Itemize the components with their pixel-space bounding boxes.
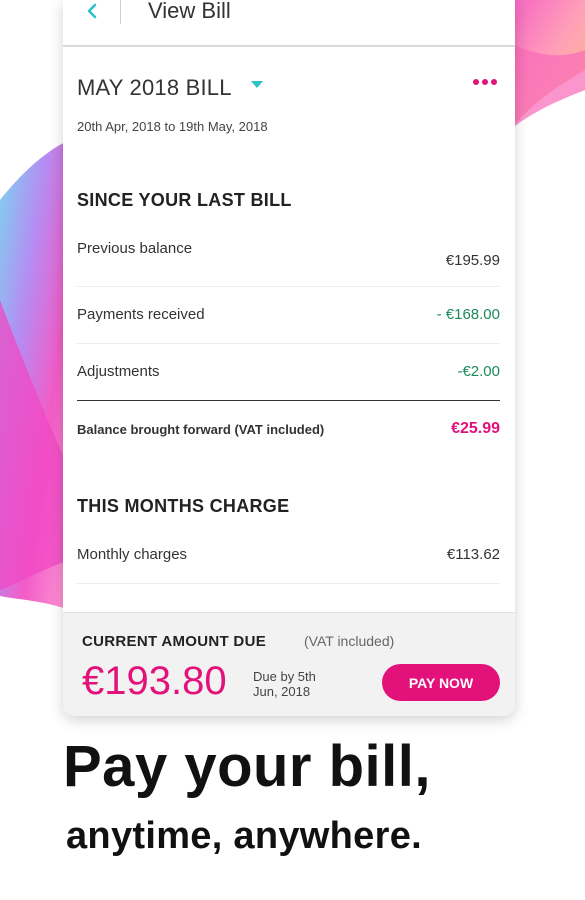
promo-subline: anytime, anywhere. xyxy=(66,815,422,857)
row-value: €195.99 xyxy=(445,252,500,269)
dot xyxy=(491,79,497,85)
due-date: Due by 5th Jun, 2018 xyxy=(253,669,316,699)
divider xyxy=(77,286,500,287)
bill-date-range: 20th Apr, 2018 to 19th May, 2018 xyxy=(77,119,268,134)
row-label: Monthly charges xyxy=(77,546,188,563)
chevron-left-icon[interactable] xyxy=(81,0,105,24)
section-title-this-month: THIS MONTHS CHARGE xyxy=(77,496,290,516)
row-label: Payments received xyxy=(77,306,205,323)
row-value: -€2.00 xyxy=(457,363,500,380)
more-dots-icon[interactable] xyxy=(473,79,497,85)
section-title-since-last-bill: SINCE YOUR LAST BILL xyxy=(77,190,292,210)
total-divider xyxy=(77,400,500,401)
promo-headline: Pay your bill, xyxy=(63,734,431,799)
app-store-screenshot: View Bill MAY 2018 BILL 20th Apr, 2018 t… xyxy=(0,0,585,900)
bill-card: View Bill MAY 2018 BILL 20th Apr, 2018 t… xyxy=(63,0,515,716)
page-title: View Bill xyxy=(148,0,231,23)
dot xyxy=(482,79,488,85)
bill-period-selector[interactable]: MAY 2018 BILL xyxy=(77,75,232,101)
top-bar: View Bill xyxy=(63,0,515,47)
vat-note: (VAT included) xyxy=(304,633,395,649)
amount-due-panel: CURRENT AMOUNT DUE (VAT included) €193.8… xyxy=(63,612,515,716)
divider xyxy=(77,583,500,584)
row-value: - €168.00 xyxy=(436,306,500,323)
row-label: Previous balance xyxy=(77,240,193,257)
row-value: €113.62 xyxy=(446,546,500,563)
amount-due-value: €193.80 xyxy=(82,659,227,703)
topbar-divider xyxy=(120,0,121,24)
divider xyxy=(77,343,500,344)
pay-now-button[interactable]: PAY NOW xyxy=(382,664,500,701)
row-value: €25.99 xyxy=(451,420,500,437)
row-label: Adjustments xyxy=(77,363,160,380)
amount-due-label: CURRENT AMOUNT DUE xyxy=(82,633,267,650)
dot xyxy=(473,79,479,85)
row-label: Balance brought forward (VAT included) xyxy=(77,422,325,437)
bill-header: MAY 2018 BILL 20th Apr, 2018 to 19th May… xyxy=(63,47,515,167)
caret-down-icon[interactable] xyxy=(251,81,263,88)
